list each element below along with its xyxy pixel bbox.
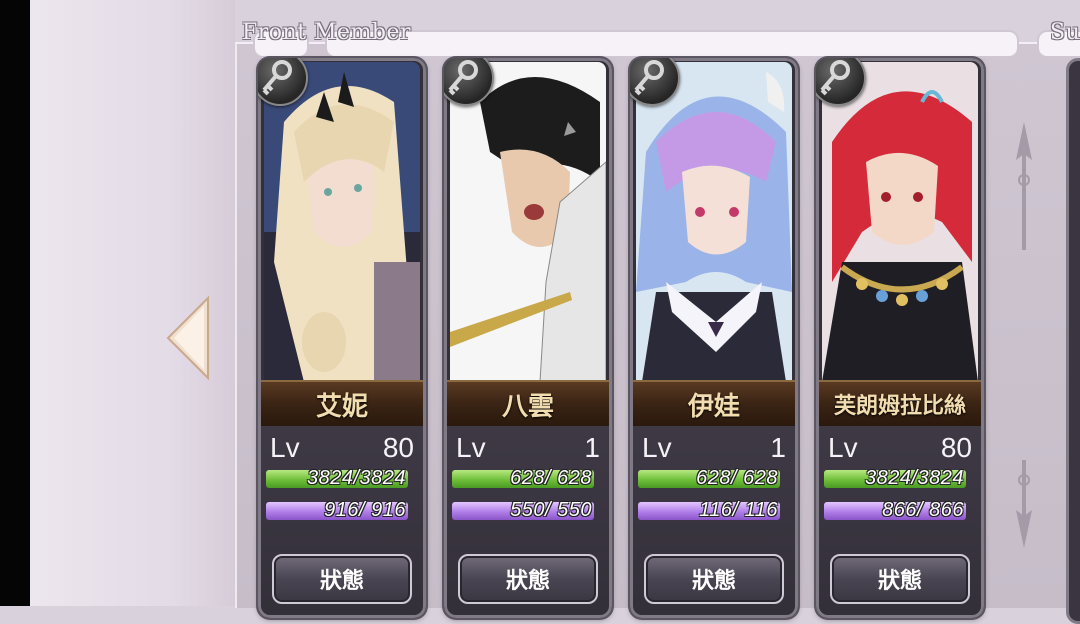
- level-row: Lv 1: [456, 430, 600, 466]
- level-value: 1: [584, 432, 600, 463]
- character-stats: Lv 1 628/ 628 550/ 550 狀態: [444, 426, 612, 618]
- character-name-plate: 八雲: [444, 380, 612, 428]
- level-row: Lv 80: [828, 430, 972, 466]
- level-label: Lv: [642, 432, 672, 463]
- status-button[interactable]: 狀態: [830, 554, 970, 604]
- scroll-indicator-icon: [1016, 122, 1032, 548]
- level-row: Lv 1: [642, 430, 786, 466]
- hp-value: 628/ 628: [690, 467, 778, 489]
- level-label: Lv: [456, 432, 486, 463]
- hp-value: 628/ 628: [504, 467, 592, 489]
- key-icon: [630, 58, 680, 106]
- character-name-plate: 艾妮: [258, 380, 426, 428]
- hp-bar: 3824/3824: [266, 467, 408, 489]
- key-icon: [258, 58, 308, 106]
- level-value: 80: [382, 432, 414, 463]
- character-name-plate: 芙朗姆拉比絲: [816, 380, 984, 428]
- mp-bar: 550/ 550: [452, 499, 594, 521]
- mp-value: 916/ 916: [318, 499, 406, 521]
- key-icon: [444, 58, 494, 106]
- screen-edge: [0, 0, 30, 606]
- character-stats: Lv 80 3824/3824 866/ 866 狀態: [816, 426, 984, 618]
- character-name-plate: 伊娃: [630, 380, 798, 428]
- hp-bar: 628/ 628: [638, 467, 780, 489]
- status-button[interactable]: 狀態: [272, 554, 412, 604]
- member-card[interactable]: 芙朗姆拉比絲 Lv 80 3824/3824 866/ 866 狀態: [816, 58, 984, 618]
- member-card[interactable]: 八雲 Lv 1 628/ 628 550/ 550 狀態: [444, 58, 612, 618]
- mp-bar: 866/ 866: [824, 499, 966, 521]
- hp-bar: 3824/3824: [824, 467, 966, 489]
- mp-value: 116/ 116: [693, 499, 778, 521]
- character-portrait: [264, 62, 420, 382]
- top-tab-center[interactable]: [325, 30, 1019, 58]
- hp-value: 3824/3824: [306, 467, 406, 489]
- status-button[interactable]: 狀態: [644, 554, 784, 604]
- character-name: 八雲: [501, 391, 554, 422]
- level-value: 80: [940, 432, 972, 463]
- key-icon: [816, 58, 866, 106]
- front-member-label: Front Member: [242, 20, 412, 45]
- level-row: Lv 80: [270, 430, 414, 466]
- triangle-left-icon[interactable]: [166, 296, 210, 380]
- character-portrait: [636, 62, 792, 382]
- status-button[interactable]: 狀態: [458, 554, 598, 604]
- character-name: 芙朗姆拉比絲: [833, 393, 966, 419]
- hp-value: 3824/3824: [864, 467, 964, 489]
- hp-bar: 628/ 628: [452, 467, 594, 489]
- character-portrait: [822, 62, 978, 382]
- support-member-label: Su: [1050, 20, 1080, 45]
- character-stats: Lv 1 628/ 628 116/ 116 狀態: [630, 426, 798, 618]
- support-member-card[interactable]: [1066, 58, 1080, 624]
- member-card[interactable]: 艾妮 Lv 80 3824/3824 916/ 916 狀態: [258, 58, 426, 618]
- level-label: Lv: [270, 432, 300, 463]
- mp-value: 550/ 550: [504, 499, 592, 521]
- character-portrait: [450, 62, 606, 382]
- mp-bar: 916/ 916: [266, 499, 408, 521]
- member-card[interactable]: 伊娃 Lv 1 628/ 628 116/ 116 狀態: [630, 58, 798, 618]
- character-name: 伊娃: [687, 391, 740, 422]
- mp-value: 866/ 866: [876, 499, 964, 521]
- level-label: Lv: [828, 432, 858, 463]
- character-stats: Lv 80 3824/3824 916/ 916 狀態: [258, 426, 426, 618]
- level-value: 1: [770, 432, 786, 463]
- character-name: 艾妮: [315, 391, 368, 422]
- mp-bar: 116/ 116: [638, 499, 780, 521]
